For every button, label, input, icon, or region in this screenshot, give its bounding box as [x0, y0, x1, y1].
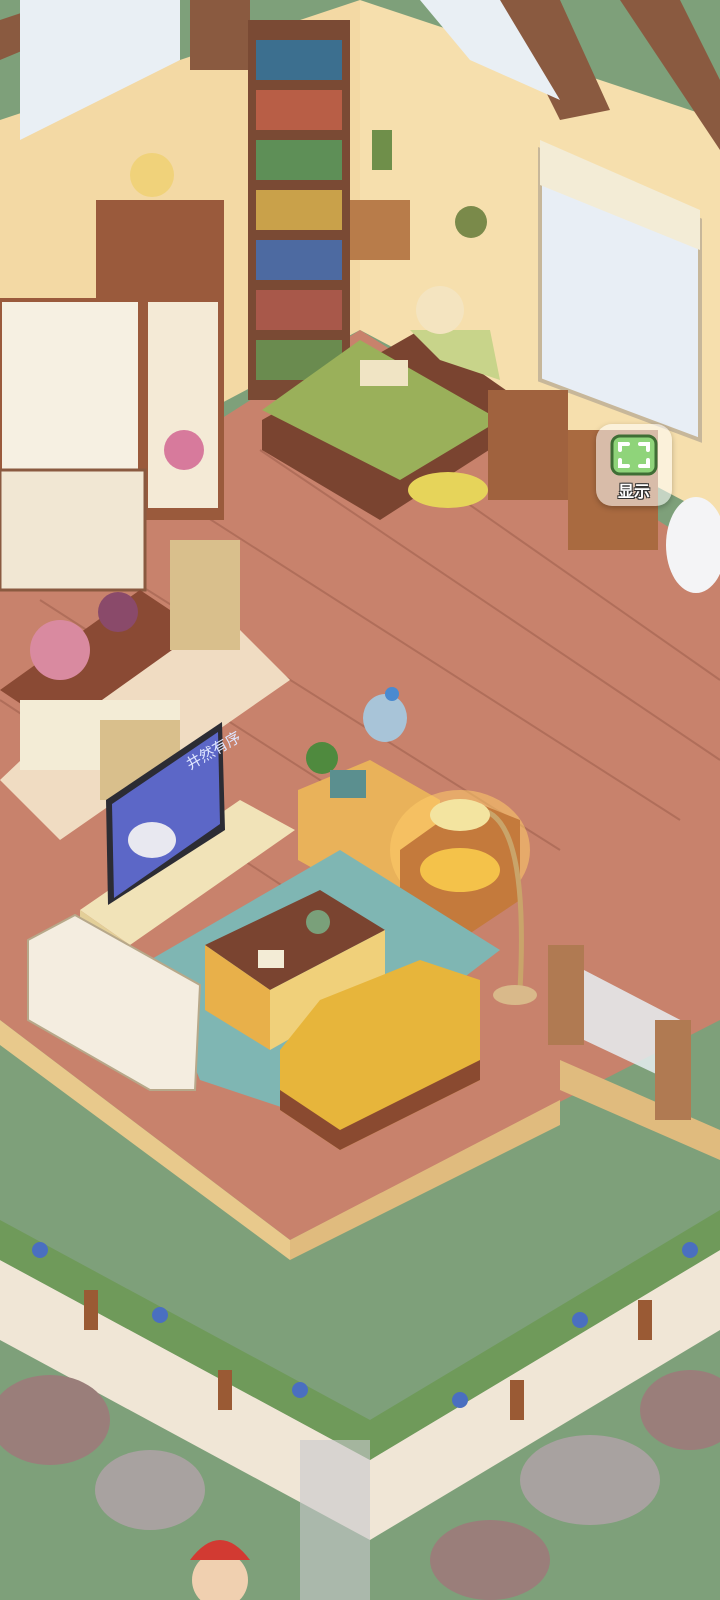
note-paper: [258, 950, 284, 968]
fridge: [144, 298, 222, 512]
expand-corners-icon: [610, 434, 658, 476]
radio: [330, 770, 366, 798]
armchair-cushion: [420, 848, 500, 892]
fridge-flowers: [164, 430, 204, 470]
wall-shelf: [350, 200, 410, 260]
stepping-stone-2: [95, 1450, 205, 1530]
open-book: [360, 360, 408, 386]
counter: [0, 468, 147, 592]
flower-vase: [130, 153, 174, 197]
wall-clock: [455, 206, 487, 238]
sleeping-pet: [416, 286, 464, 334]
player-bow: [385, 687, 399, 701]
game-scene: 井然有序: [0, 0, 720, 1600]
floor-lamp-base: [493, 985, 537, 1005]
show-button[interactable]: 显示: [596, 424, 672, 506]
teapot: [306, 910, 330, 934]
stepping-stone-3: [520, 1435, 660, 1525]
dining-chair: [170, 540, 240, 650]
books: [256, 40, 342, 380]
railing-post-left: [548, 945, 584, 1045]
fruit-basket: [98, 592, 138, 632]
lantern: [84, 1290, 98, 1330]
lamp-shade: [430, 799, 490, 831]
garden-gate: [300, 1440, 370, 1600]
duck-rug: [408, 472, 488, 508]
show-button-label: 显示: [617, 482, 650, 501]
lantern-4: [638, 1300, 652, 1340]
railing-post-right: [655, 1020, 691, 1120]
tv-mascot: [128, 822, 176, 858]
potted-plant: [306, 742, 338, 774]
lantern-2: [218, 1370, 232, 1410]
roof-beam-center: [190, 0, 250, 70]
flower-basket: [30, 620, 90, 680]
lantern-3: [510, 1380, 524, 1420]
stepping-stone-5: [430, 1520, 550, 1600]
player-character[interactable]: [363, 694, 407, 742]
nightstand: [488, 390, 568, 500]
wall-lamp: [372, 130, 392, 170]
